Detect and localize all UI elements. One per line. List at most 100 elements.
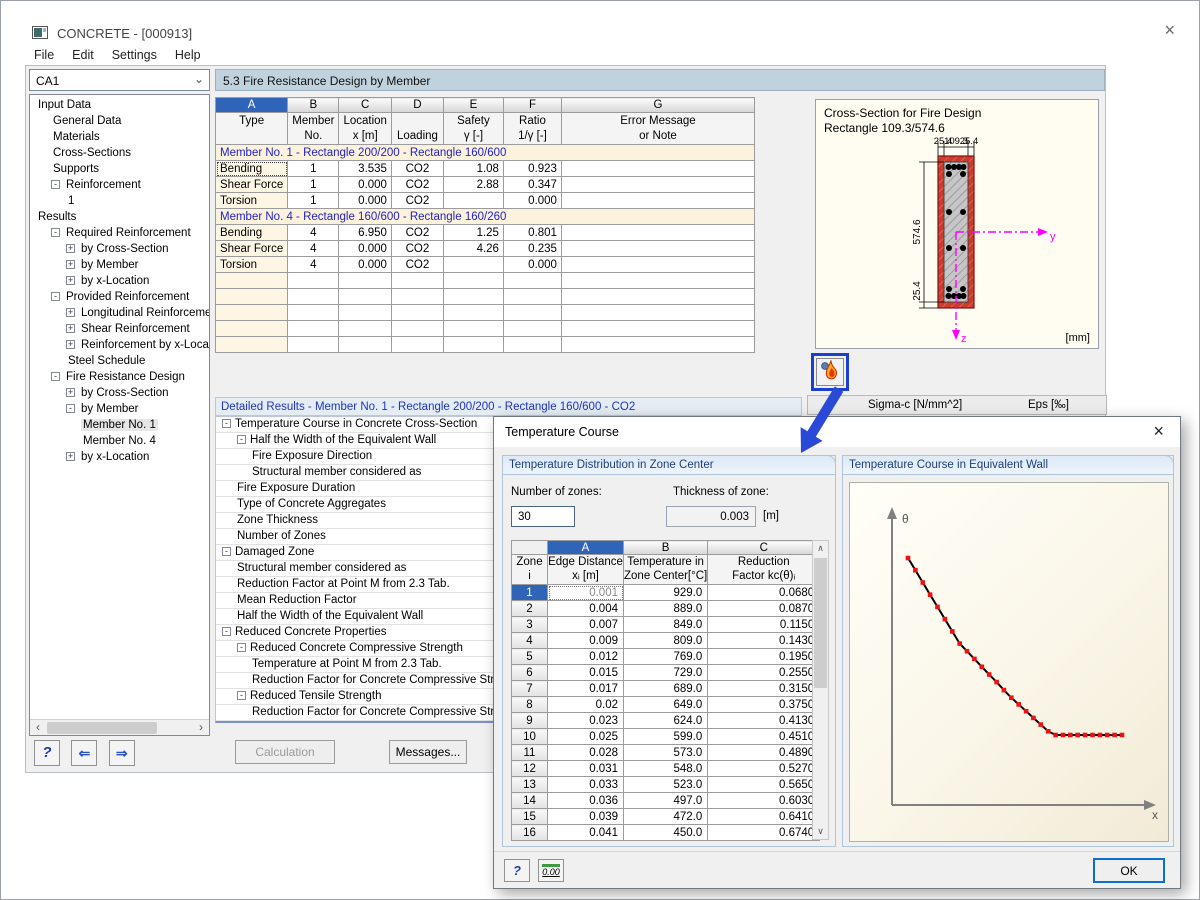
result-cell[interactable]: 0.000 [502, 256, 562, 273]
zone-column-header-C[interactable]: C [707, 540, 821, 555]
tree-item[interactable]: 1 [30, 193, 209, 209]
zone-table-scrollbar[interactable]: ∧ ∨ [812, 540, 829, 840]
ok-button[interactable]: OK [1093, 858, 1165, 883]
result-cell[interactable]: 1 [287, 192, 340, 209]
zone-edge-distance[interactable]: 0.001 [547, 584, 624, 601]
column-header-G[interactable]: G [560, 97, 755, 113]
dialog-close-button[interactable]: × [1153, 421, 1164, 442]
result-cell[interactable] [560, 240, 755, 257]
column-header-D[interactable]: D [390, 97, 444, 113]
zone-temperature[interactable]: 450.0 [622, 824, 709, 841]
result-cell[interactable]: 4 [287, 224, 340, 241]
scroll-down-arrow[interactable]: ∨ [813, 824, 828, 839]
result-cell[interactable]: 0.801 [502, 224, 562, 241]
result-cell[interactable]: CO2 [390, 160, 444, 177]
zone-temperature[interactable]: 929.0 [622, 584, 709, 601]
menu-file[interactable]: File [25, 45, 63, 65]
zone-temperature[interactable]: 599.0 [622, 728, 709, 745]
zone-edge-distance[interactable]: 0.039 [547, 808, 624, 825]
zone-temperature[interactable]: 497.0 [622, 792, 709, 809]
result-cell[interactable]: 0.235 [502, 240, 562, 257]
expand-icon[interactable]: + [66, 388, 75, 397]
result-cell[interactable] [442, 256, 504, 273]
zone-row-header[interactable]: 5 [511, 648, 548, 665]
zone-temperature[interactable]: 523.0 [622, 776, 709, 793]
zone-temperature[interactable]: 849.0 [622, 616, 709, 633]
tree-item[interactable]: Materials [30, 129, 209, 145]
result-cell[interactable]: Torsion [214, 192, 289, 209]
result-cell[interactable]: Bending [214, 160, 289, 177]
zone-reduction-factor[interactable]: 0.1430 [707, 632, 821, 649]
result-cell[interactable]: Shear Force [214, 240, 289, 257]
zone-edge-distance[interactable]: 0.009 [547, 632, 624, 649]
collapse-icon[interactable]: - [222, 547, 231, 556]
previous-window-button[interactable]: ⇐ [71, 740, 98, 766]
expand-icon[interactable]: + [66, 452, 75, 461]
column-header-F[interactable]: F [502, 97, 562, 113]
zone-row-header[interactable]: 2 [511, 600, 548, 617]
zone-row-header[interactable]: 1 [511, 584, 548, 601]
zone-temperature[interactable]: 624.0 [622, 712, 709, 729]
result-cell[interactable] [560, 256, 755, 273]
zone-edge-distance[interactable]: 0.017 [547, 680, 624, 697]
zone-edge-distance[interactable]: 0.015 [547, 664, 624, 681]
expand-icon[interactable]: + [66, 308, 75, 317]
result-cell[interactable]: 1 [287, 176, 340, 193]
zone-edge-distance[interactable]: 0.012 [547, 648, 624, 665]
fire-design-button[interactable] [816, 358, 844, 386]
result-cell[interactable] [560, 224, 755, 241]
zone-edge-distance[interactable]: 0.023 [547, 712, 624, 729]
zone-row-header[interactable]: 4 [511, 632, 548, 649]
zone-reduction-factor[interactable]: 0.5650 [707, 776, 821, 793]
result-cell[interactable]: Shear Force [214, 176, 289, 193]
zone-temperature[interactable]: 649.0 [622, 696, 709, 713]
zone-temperature[interactable]: 548.0 [622, 760, 709, 777]
zone-reduction-factor[interactable]: 0.3750 [707, 696, 821, 713]
calculation-button[interactable]: Calculation [235, 740, 335, 764]
next-window-button[interactable]: ⇒ [108, 740, 135, 766]
zone-reduction-factor[interactable]: 0.1150 [707, 616, 821, 633]
tree-item[interactable]: - Provided Reinforcement [30, 289, 209, 305]
zone-reduction-factor[interactable]: 0.6410 [707, 808, 821, 825]
zone-reduction-factor[interactable]: 0.6740 [707, 824, 821, 841]
result-cell[interactable]: 1 [287, 160, 340, 177]
design-case-select[interactable]: CA1 ⌄ [29, 69, 210, 91]
collapse-icon[interactable]: - [222, 419, 231, 428]
window-close-button[interactable]: × [1164, 21, 1175, 39]
scroll-up-arrow[interactable]: ∧ [813, 541, 828, 556]
zone-edge-distance[interactable]: 0.033 [547, 776, 624, 793]
tree-item[interactable]: Cross-Sections [30, 145, 209, 161]
zone-row-header[interactable]: 11 [511, 744, 548, 761]
collapse-icon[interactable]: - [237, 643, 246, 652]
result-cell[interactable] [560, 176, 755, 193]
tree-item[interactable]: Member No. 4 [30, 433, 209, 449]
tree-item[interactable]: Input Data [30, 97, 209, 113]
result-cell[interactable]: 0.000 [338, 176, 392, 193]
zone-reduction-factor[interactable]: 0.4890 [707, 744, 821, 761]
help-button[interactable]: ? [34, 740, 60, 766]
zone-thickness-input[interactable] [666, 506, 756, 527]
tree-item[interactable]: - Fire Resistance Design [30, 369, 209, 385]
column-header-C[interactable]: C [338, 97, 392, 113]
collapse-icon[interactable]: - [51, 372, 60, 381]
zone-temperature[interactable]: 689.0 [622, 680, 709, 697]
zone-reduction-factor[interactable]: 0.2550 [707, 664, 821, 681]
zone-reduction-factor[interactable]: 0.1950 [707, 648, 821, 665]
zone-edge-distance[interactable]: 0.036 [547, 792, 624, 809]
tree-item[interactable]: Steel Schedule [30, 353, 209, 369]
result-cell[interactable] [560, 160, 755, 177]
zone-reduction-factor[interactable]: 0.5270 [707, 760, 821, 777]
menu-settings[interactable]: Settings [103, 45, 166, 65]
result-cell[interactable]: 4 [287, 240, 340, 257]
zone-row-header[interactable]: 7 [511, 680, 548, 697]
scroll-thumb[interactable] [814, 558, 827, 688]
result-cell[interactable]: CO2 [390, 256, 444, 273]
result-cell[interactable]: CO2 [390, 192, 444, 209]
zone-temperature[interactable]: 809.0 [622, 632, 709, 649]
zone-row-header[interactable]: 13 [511, 776, 548, 793]
result-cell[interactable]: 0.000 [338, 256, 392, 273]
zone-reduction-factor[interactable]: 0.0680 [707, 584, 821, 601]
zone-row-header[interactable]: 14 [511, 792, 548, 809]
collapse-icon[interactable]: - [51, 180, 60, 189]
result-cell[interactable]: 0.000 [502, 192, 562, 209]
